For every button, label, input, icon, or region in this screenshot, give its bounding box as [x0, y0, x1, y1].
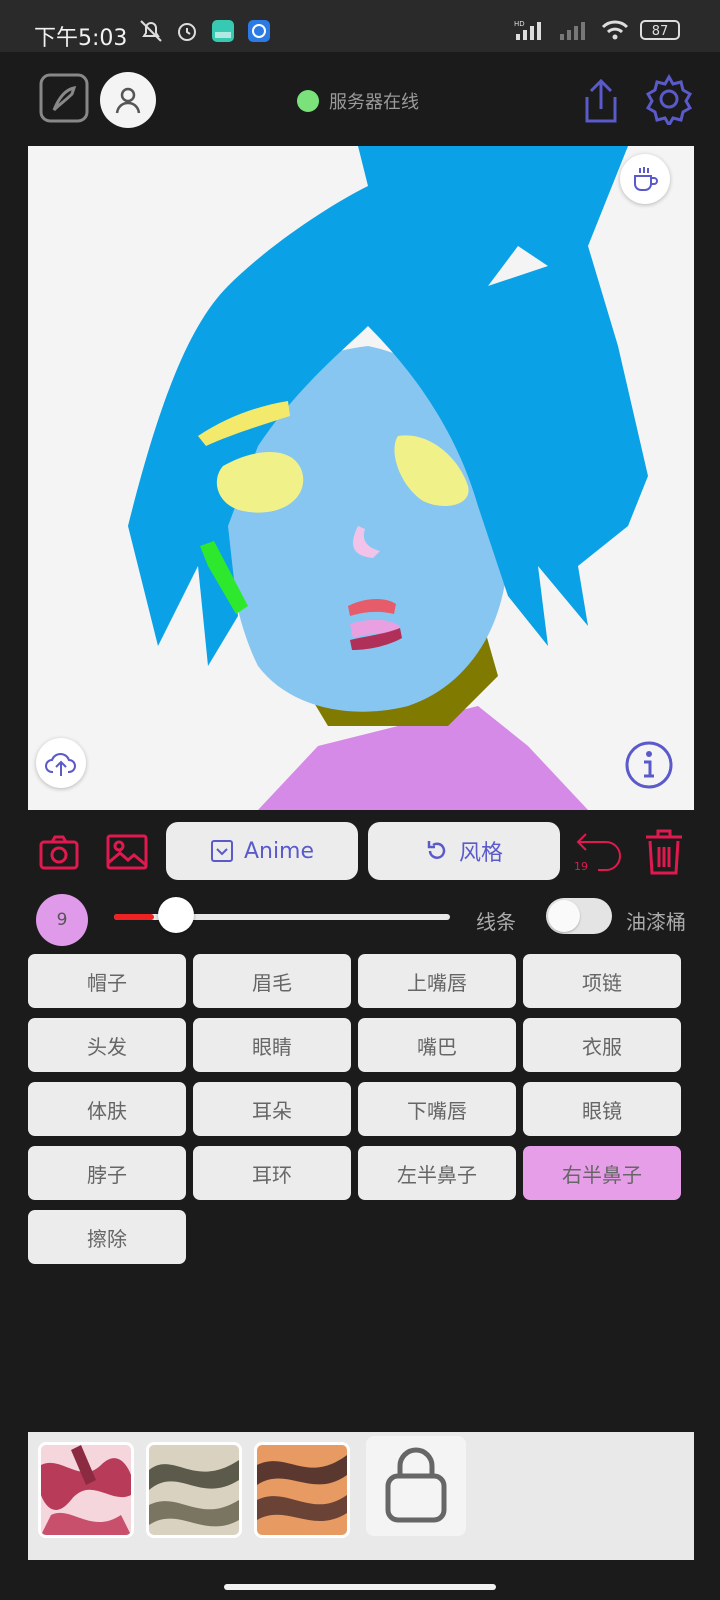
part-button[interactable]: 下嘴唇 — [358, 1082, 516, 1136]
paint-bucket-label: 油漆桶 — [626, 910, 686, 934]
image-icon — [106, 834, 148, 870]
paint-bucket-toggle[interactable] — [546, 898, 612, 934]
undo-button[interactable]: 19 — [574, 826, 626, 876]
undo-count: 19 — [574, 860, 588, 873]
edit-pen-icon — [39, 73, 89, 123]
lock-bag-icon — [385, 1447, 447, 1523]
texture-swatch[interactable] — [38, 1442, 134, 1538]
part-button[interactable]: 头发 — [28, 1018, 186, 1072]
info-icon — [625, 741, 673, 789]
drawing-canvas[interactable] — [28, 146, 694, 810]
slider-fill — [114, 914, 155, 920]
texture-palette — [28, 1432, 694, 1560]
part-button[interactable]: 帽子 — [28, 954, 186, 1008]
style-regenerate-button[interactable]: 风格 — [368, 822, 560, 880]
brush-size-indicator: 9 — [36, 894, 88, 946]
texture-swatch[interactable] — [254, 1442, 350, 1538]
style-select-button[interactable]: Anime — [166, 822, 358, 880]
camera-button[interactable] — [36, 830, 82, 874]
battery-indicator: 87 — [640, 20, 680, 40]
share-icon — [585, 78, 617, 123]
part-button[interactable]: 耳朵 — [193, 1082, 351, 1136]
upload-button[interactable] — [36, 738, 86, 788]
gallery-button[interactable] — [104, 830, 150, 874]
share-button[interactable] — [576, 76, 626, 126]
user-icon — [115, 87, 141, 114]
style-regenerate-label: 风格 — [458, 841, 503, 866]
texture-swatch[interactable] — [146, 1442, 242, 1538]
part-button[interactable]: 眉毛 — [193, 954, 351, 1008]
status-bar: 下午5:03 HD 87 — [0, 0, 720, 52]
texture-olive-swirl — [149, 1445, 239, 1535]
part-button[interactable]: 耳环 — [193, 1146, 351, 1200]
info-button[interactable] — [624, 740, 674, 790]
part-button[interactable]: 眼睛 — [193, 1018, 351, 1072]
slider-knob[interactable] — [158, 897, 195, 933]
sketch-drawing — [128, 146, 648, 810]
part-button[interactable]: 脖子 — [28, 1146, 186, 1200]
line-mode-label: 线条 — [476, 910, 516, 934]
coffee-button[interactable] — [620, 154, 670, 204]
clear-canvas-button[interactable] — [640, 826, 688, 878]
settings-button[interactable] — [642, 72, 696, 126]
mute-bell-icon — [140, 20, 162, 42]
texture-orange-swirl — [257, 1445, 347, 1535]
gear-icon — [645, 73, 693, 125]
texture-red-swirl — [41, 1445, 131, 1535]
part-button[interactable]: 嘴巴 — [358, 1018, 516, 1072]
status-time: 下午5:03 — [34, 26, 128, 51]
style-select-label: Anime — [243, 838, 315, 864]
app-c-icon — [248, 20, 270, 42]
signal-icon: HD — [514, 20, 541, 40]
server-status-text: 服务器在线 — [329, 92, 419, 113]
part-button[interactable]: 擦除 — [28, 1210, 186, 1264]
unlock-textures-button[interactable] — [366, 1436, 466, 1536]
coffee-icon — [634, 167, 658, 191]
server-online-dot — [297, 90, 319, 112]
toggle-knob — [548, 900, 580, 932]
server-status: 服务器在线 — [297, 88, 419, 114]
dropdown-box-icon — [210, 840, 233, 862]
camera-icon — [39, 835, 79, 870]
cloud-upload-icon — [45, 753, 76, 776]
svg-text:HD: HD — [514, 20, 525, 28]
wifi-icon — [601, 20, 629, 40]
part-button[interactable]: 右半鼻子 — [523, 1146, 681, 1200]
part-button[interactable]: 左半鼻子 — [358, 1146, 516, 1200]
signal-weak-icon — [560, 22, 585, 40]
sketch-mode-button[interactable] — [38, 72, 90, 124]
trash-icon — [646, 829, 682, 875]
alarm-icon — [178, 23, 196, 41]
home-indicator[interactable] — [224, 1584, 496, 1590]
part-button[interactable]: 眼镜 — [523, 1082, 681, 1136]
part-button[interactable]: 衣服 — [523, 1018, 681, 1072]
refresh-icon — [427, 841, 446, 859]
part-button[interactable]: 体肤 — [28, 1082, 186, 1136]
part-button[interactable]: 项链 — [523, 954, 681, 1008]
profile-avatar-button[interactable] — [100, 72, 156, 128]
part-button[interactable]: 上嘴唇 — [358, 954, 516, 1008]
boss-app-icon — [212, 20, 234, 42]
